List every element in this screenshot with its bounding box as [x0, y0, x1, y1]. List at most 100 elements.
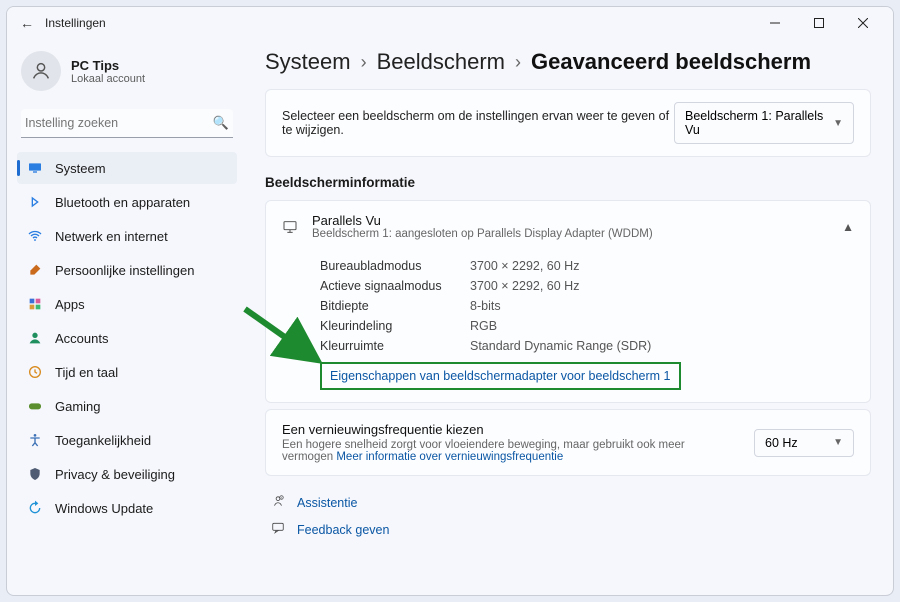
monitor-icon: [282, 219, 298, 235]
sidebar-item-label: Apps: [55, 297, 85, 312]
sidebar-item-label: Bluetooth en apparaten: [55, 195, 190, 210]
sidebar-item-label: Netwerk en internet: [55, 229, 168, 244]
property-key: Bureaubladmodus: [320, 259, 470, 273]
property-row: Bureaubladmodus3700 × 2292, 60 Hz: [320, 256, 854, 276]
settings-window: ← Instellingen PC Tips Lokaal accou: [6, 6, 894, 596]
search-box[interactable]: 🔍: [21, 109, 233, 138]
close-button[interactable]: [841, 7, 885, 39]
display-properties: Bureaubladmodus3700 × 2292, 60 HzActieve…: [266, 252, 870, 402]
adapter-properties-link[interactable]: Eigenschappen van beeldschermadapter voo…: [330, 369, 671, 383]
display-dropdown[interactable]: Beeldscherm 1: Parallels Vu ▼: [674, 102, 854, 144]
wifi-icon: [27, 228, 43, 244]
sidebar-item-windows-update[interactable]: Windows Update: [17, 492, 237, 524]
refresh-rate-card: Een vernieuwingsfrequentie kiezen Een ho…: [265, 409, 871, 476]
display-selector-bar: Selecteer een beeldscherm om de instelli…: [265, 89, 871, 157]
sidebar-item-bluetooth-en-apparaten[interactable]: Bluetooth en apparaten: [17, 186, 237, 218]
minimize-button[interactable]: [753, 7, 797, 39]
person-icon: [30, 60, 52, 82]
breadcrumb: Systeem › Beeldscherm › Geavanceerd beel…: [265, 49, 871, 75]
sidebar-item-label: Accounts: [55, 331, 108, 346]
nav-list: Systeem Bluetooth en apparaten Netwerk en …: [17, 152, 237, 524]
display-info-heading: Beeldscherminformatie: [265, 175, 871, 190]
sidebar-item-apps[interactable]: Apps: [17, 288, 237, 320]
sidebar-item-gaming[interactable]: Gaming: [17, 390, 237, 422]
sidebar-item-label: Toegankelijkheid: [55, 433, 151, 448]
sidebar-item-label: Privacy & beveiliging: [55, 467, 175, 482]
accessibility-icon: [27, 432, 43, 448]
sidebar-item-netwerk-en-internet[interactable]: Netwerk en internet: [17, 220, 237, 252]
sidebar-item-label: Windows Update: [55, 501, 153, 516]
display-name: Parallels Vu: [312, 213, 653, 228]
feedback-icon: [271, 521, 287, 538]
close-icon: [858, 18, 868, 28]
chevron-up-icon: ▲: [842, 220, 854, 234]
minimize-icon: [770, 18, 780, 28]
search-input[interactable]: [25, 116, 213, 130]
main-content: Systeem › Beeldscherm › Geavanceerd beel…: [247, 39, 893, 595]
refresh-desc: Een hogere snelheid zorgt voor vloeiende…: [282, 439, 738, 463]
breadcrumb-display[interactable]: Beeldscherm: [377, 49, 505, 75]
chevron-down-icon: ▼: [833, 437, 843, 448]
breadcrumb-system[interactable]: Systeem: [265, 49, 351, 75]
shield-icon: [27, 466, 43, 482]
property-key: Actieve signaalmodus: [320, 279, 470, 293]
property-row: KleurruimteStandard Dynamic Range (SDR): [320, 336, 854, 356]
property-key: Kleurindeling: [320, 319, 470, 333]
property-value: Standard Dynamic Range (SDR): [470, 339, 651, 353]
sidebar: PC Tips Lokaal account 🔍 Systeem Bluetoot…: [7, 39, 247, 595]
search-icon: 🔍: [213, 115, 229, 131]
apps-icon: [27, 296, 43, 312]
refresh-rate-value: 60 Hz: [765, 436, 798, 450]
display-sub: Beeldscherm 1: aangesloten op Parallels …: [312, 228, 653, 240]
maximize-icon: [814, 18, 824, 28]
user-profile[interactable]: PC Tips Lokaal account: [17, 47, 237, 103]
display-info-header[interactable]: Parallels Vu Beeldscherm 1: aangesloten …: [266, 201, 870, 252]
chevron-right-icon: ›: [515, 52, 521, 73]
display-dropdown-value: Beeldscherm 1: Parallels Vu: [685, 109, 825, 137]
footer-links: ? Assistentie Feedback geven: [265, 494, 871, 538]
brush-icon: [27, 262, 43, 278]
display-info-card: Parallels Vu Beeldscherm 1: aangesloten …: [265, 200, 871, 403]
property-row: Bitdiepte8-bits: [320, 296, 854, 316]
user-sub: Lokaal account: [71, 73, 145, 85]
refresh-more-link[interactable]: Meer informatie over vernieuwingsfrequen…: [336, 451, 563, 463]
title-bar: ← Instellingen: [7, 7, 893, 39]
property-value: RGB: [470, 319, 497, 333]
help-link[interactable]: ? Assistentie: [271, 494, 871, 511]
property-value: 3700 × 2292, 60 Hz: [470, 259, 579, 273]
person-icon: [27, 330, 43, 346]
clock-icon: [27, 364, 43, 380]
back-button[interactable]: ←: [15, 15, 39, 31]
property-key: Kleurruimte: [320, 339, 470, 353]
update-icon: [27, 500, 43, 516]
help-icon: ?: [271, 494, 287, 511]
feedback-link[interactable]: Feedback geven: [271, 521, 871, 538]
sidebar-item-label: Tijd en taal: [55, 365, 118, 380]
monitor-icon: [27, 160, 43, 176]
chevron-down-icon: ▼: [833, 118, 843, 129]
maximize-button[interactable]: [797, 7, 841, 39]
refresh-heading: Een vernieuwingsfrequentie kiezen: [282, 422, 738, 437]
avatar: [21, 51, 61, 91]
sidebar-item-privacy-beveiliging[interactable]: Privacy & beveiliging: [17, 458, 237, 490]
sidebar-item-toegankelijkheid[interactable]: Toegankelijkheid: [17, 424, 237, 456]
display-selector-text: Selecteer een beeldscherm om de instelli…: [282, 109, 674, 137]
sidebar-item-accounts[interactable]: Accounts: [17, 322, 237, 354]
bluetooth-icon: [27, 194, 43, 210]
property-key: Bitdiepte: [320, 299, 470, 313]
property-value: 3700 × 2292, 60 Hz: [470, 279, 579, 293]
breadcrumb-current: Geavanceerd beeldscherm: [531, 49, 811, 75]
adapter-properties-highlight: Eigenschappen van beeldschermadapter voo…: [320, 362, 681, 390]
sidebar-item-persoonlijke-instellingen[interactable]: Persoonlijke instellingen: [17, 254, 237, 286]
refresh-rate-dropdown[interactable]: 60 Hz ▼: [754, 429, 854, 457]
property-row: KleurindelingRGB: [320, 316, 854, 336]
sidebar-item-systeem[interactable]: Systeem: [17, 152, 237, 184]
sidebar-item-label: Gaming: [55, 399, 101, 414]
user-name: PC Tips: [71, 58, 145, 73]
property-row: Actieve signaalmodus3700 × 2292, 60 Hz: [320, 276, 854, 296]
sidebar-item-label: Systeem: [55, 161, 106, 176]
chevron-right-icon: ›: [361, 52, 367, 73]
sidebar-item-tijd-en-taal[interactable]: Tijd en taal: [17, 356, 237, 388]
window-title: Instellingen: [45, 16, 106, 30]
property-value: 8-bits: [470, 299, 501, 313]
